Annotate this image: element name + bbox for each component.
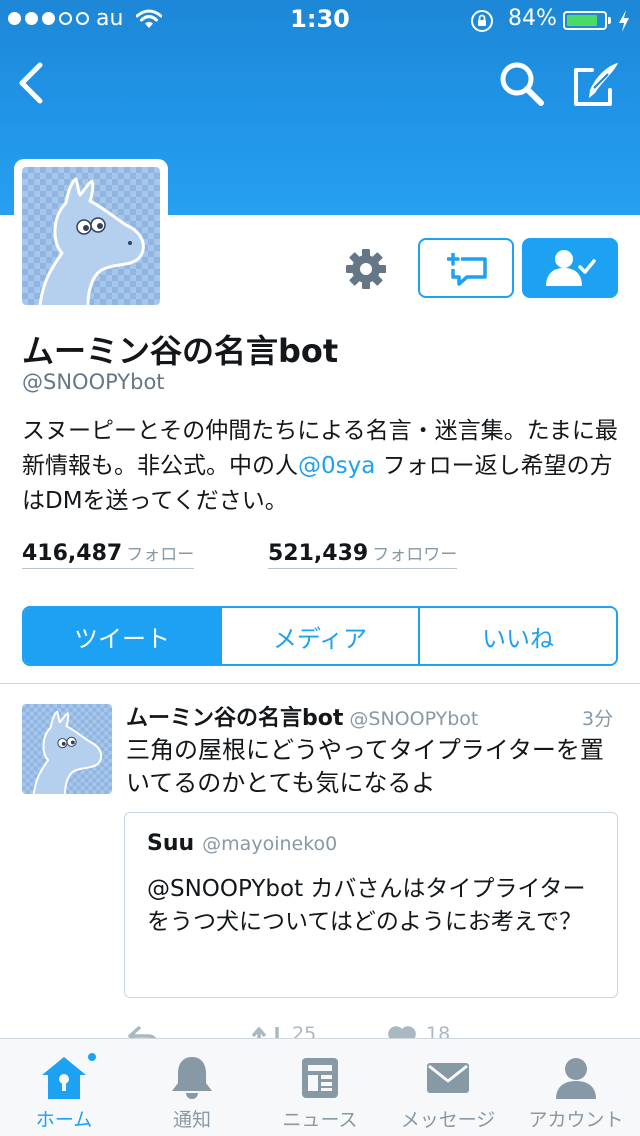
nav-home-label: ホーム	[35, 1109, 93, 1131]
person-icon	[556, 1058, 596, 1099]
tweet-author-handle[interactable]: @SNOOPYbot	[349, 708, 478, 730]
quote-author-handle: @mayoineko0	[202, 833, 338, 855]
tweet-avatar[interactable]	[22, 704, 112, 794]
nav-account[interactable]: アカウント	[512, 1039, 640, 1136]
following-button[interactable]	[522, 238, 618, 298]
nav-news-label: ニュース	[282, 1109, 358, 1131]
rotation-lock-icon	[471, 10, 493, 32]
gear-icon[interactable]	[344, 247, 388, 291]
envelope-icon	[427, 1063, 469, 1093]
followers-count-link[interactable]: 521,439 フォロワー	[268, 540, 458, 569]
quote-text: @SNOOPYbot カバさんはタイプライターをうつ犬についてはどのようにお考え…	[147, 876, 586, 935]
followers-label: フォロワー	[372, 545, 458, 565]
tab-media[interactable]: メディア	[220, 608, 418, 664]
battery-fill	[567, 15, 598, 26]
profile-display-name: ムーミン谷の名言bot	[22, 332, 339, 370]
news-icon	[302, 1058, 338, 1098]
followers-count: 521,439	[268, 541, 369, 566]
battery-icon	[563, 11, 611, 30]
profile-bio: スヌーピーとその仲間たちによる名言・迷言集。たまに最新情報も。非公式。中の人@0…	[22, 414, 622, 519]
compose-icon[interactable]	[572, 60, 622, 108]
tweet-author-name[interactable]: ムーミン谷の名言bot	[126, 706, 343, 731]
bottom-tab-bar: ホーム 通知 ニュース メッセージ アカウント	[0, 1038, 640, 1136]
nav-notifications[interactable]: 通知	[128, 1039, 256, 1136]
home-icon	[42, 1057, 86, 1099]
charging-bolt-icon	[619, 10, 629, 32]
bio-mention-link[interactable]: @0sya	[298, 453, 375, 479]
timeline-divider	[0, 683, 640, 684]
following-label: フォロー	[126, 545, 195, 565]
list-add-icon	[447, 253, 487, 286]
moomin-avatar-icon	[22, 704, 112, 794]
moomin-avatar-icon	[22, 167, 160, 305]
status-bar: au 1:30 84%	[0, 0, 640, 40]
nav-messages-label: メッセージ	[400, 1109, 496, 1131]
following-check-icon	[546, 250, 596, 286]
add-to-list-button[interactable]	[418, 238, 514, 298]
quote-author-name: Suu	[147, 831, 195, 856]
tab-tweets[interactable]: ツイート	[24, 608, 220, 664]
bell-icon	[172, 1057, 212, 1099]
nav-news[interactable]: ニュース	[256, 1039, 384, 1136]
nav-notifications-label: 通知	[172, 1109, 211, 1131]
profile-tabs: ツイート メディア いいね	[22, 606, 618, 666]
nav-account-label: アカウント	[528, 1109, 624, 1131]
home-notification-dot	[86, 1051, 98, 1063]
tweet-timestamp: 3分	[582, 708, 614, 730]
search-icon[interactable]	[498, 60, 546, 108]
tweet-text: 三角の屋根にどうやってタイプライターを置いてるのかとても気になるよ	[126, 736, 604, 797]
nav-home[interactable]: ホーム	[0, 1039, 128, 1136]
quote-header: Suu @mayoineko0	[147, 831, 337, 856]
following-count-link[interactable]: 416,487 フォロー	[22, 540, 195, 569]
back-icon[interactable]	[14, 60, 54, 106]
profile-handle: @SNOOPYbot	[22, 370, 165, 394]
tweet-header: ムーミン谷の名言bot @SNOOPYbot	[126, 700, 478, 732]
nav-messages[interactable]: メッセージ	[384, 1039, 512, 1136]
quoted-tweet-card[interactable]: Suu @mayoineko0 @SNOOPYbot カバさんはタイプライターをう…	[124, 812, 618, 998]
battery-percent: 84%	[508, 6, 557, 31]
tab-likes[interactable]: いいね	[418, 608, 616, 664]
profile-avatar[interactable]	[14, 159, 168, 313]
following-count: 416,487	[22, 541, 123, 566]
